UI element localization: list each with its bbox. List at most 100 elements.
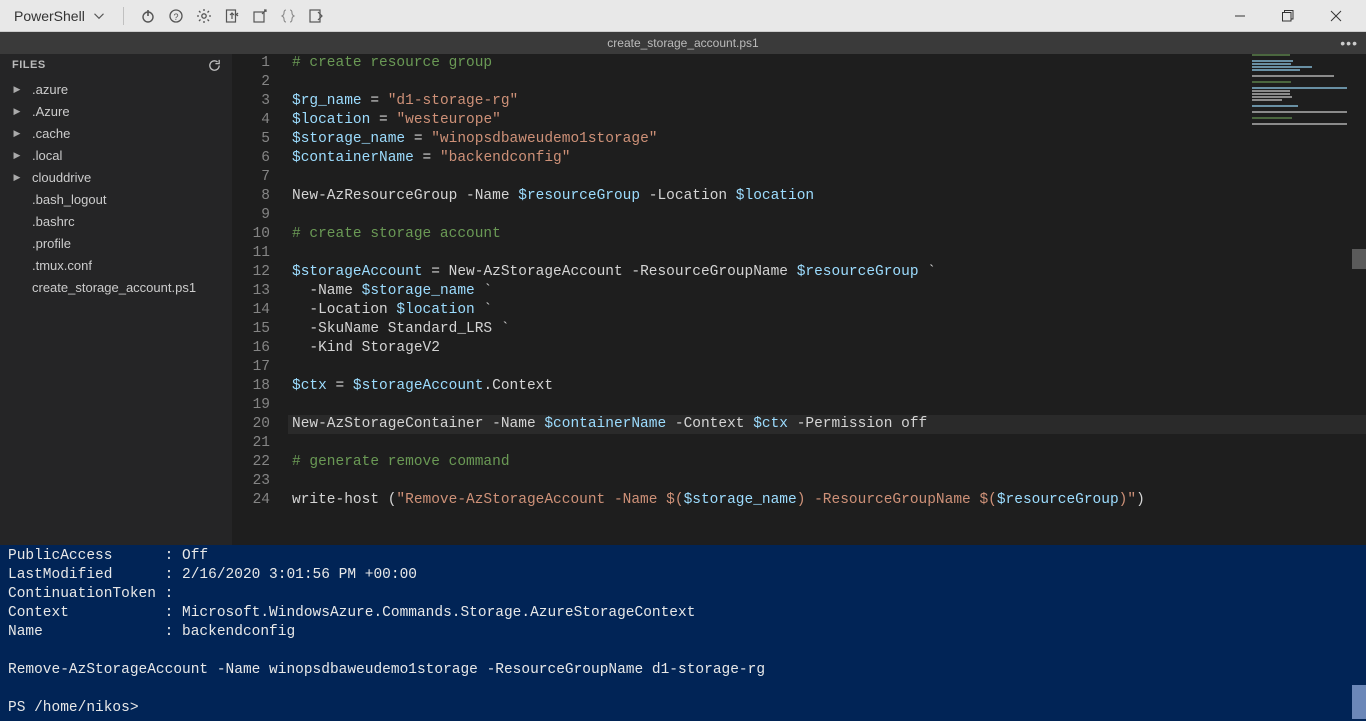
folder-item[interactable]: ▶.azure [0, 78, 232, 100]
code-line[interactable] [288, 168, 1366, 187]
line-number: 1 [232, 54, 270, 73]
line-number: 18 [232, 377, 270, 396]
code-area[interactable]: 123456789101112131415161718192021222324 … [232, 54, 1366, 545]
code-line[interactable] [288, 73, 1366, 92]
chevron-right-icon: ▶ [10, 128, 24, 139]
chevron-right-icon: ▶ [10, 150, 24, 161]
terminal-line: Name : backendconfig [8, 623, 1358, 642]
new-window-icon[interactable] [248, 4, 272, 28]
code-line[interactable]: $containerName = "backendconfig" [288, 149, 1366, 168]
code-line[interactable] [288, 206, 1366, 225]
editor-scrollbar[interactable] [1352, 54, 1366, 545]
scrollbar-thumb[interactable] [1352, 685, 1366, 719]
line-number: 24 [232, 491, 270, 510]
code-line[interactable]: -SkuName Standard_LRS ` [288, 320, 1366, 339]
main: FILES ▶.azure▶.Azure▶.cache▶.local▶cloud… [0, 54, 1366, 545]
code-line[interactable] [288, 472, 1366, 491]
item-label: clouddrive [32, 170, 91, 185]
code-content[interactable]: # create resource group $rg_name = "d1-s… [288, 54, 1366, 545]
shell-label: PowerShell [14, 8, 85, 24]
editor: 123456789101112131415161718192021222324 … [232, 54, 1366, 545]
line-number: 3 [232, 92, 270, 111]
code-line[interactable] [288, 244, 1366, 263]
line-number: 19 [232, 396, 270, 415]
line-number: 23 [232, 472, 270, 491]
line-number: 15 [232, 320, 270, 339]
file-item[interactable]: create_storage_account.ps1 [0, 276, 232, 298]
shell-selector[interactable]: PowerShell [8, 6, 111, 26]
code-line[interactable]: write-host ("Remove-AzStorageAccount -Na… [288, 491, 1366, 510]
code-line[interactable] [288, 396, 1366, 415]
tab-filename: create_storage_account.ps1 [607, 36, 758, 50]
code-line[interactable] [288, 358, 1366, 377]
line-number: 10 [232, 225, 270, 244]
code-line[interactable]: $rg_name = "d1-storage-rg" [288, 92, 1366, 111]
code-line[interactable]: $ctx = $storageAccount.Context [288, 377, 1366, 396]
help-icon[interactable]: ? [164, 4, 188, 28]
code-line[interactable]: -Location $location ` [288, 301, 1366, 320]
terminal[interactable]: PublicAccess : OffLastModified : 2/16/20… [0, 545, 1366, 721]
chevron-down-icon [93, 10, 105, 22]
code-line[interactable]: -Name $storage_name ` [288, 282, 1366, 301]
line-number: 8 [232, 187, 270, 206]
code-line[interactable]: # generate remove command [288, 453, 1366, 472]
line-number: 14 [232, 301, 270, 320]
line-number: 20 [232, 415, 270, 434]
item-label: .Azure [32, 104, 70, 119]
file-item[interactable]: .bashrc [0, 210, 232, 232]
code-line[interactable]: -Kind StorageV2 [288, 339, 1366, 358]
gear-icon[interactable] [192, 4, 216, 28]
code-line[interactable] [288, 434, 1366, 453]
chevron-right-icon: ▶ [10, 172, 24, 183]
svg-text:?: ? [173, 12, 178, 22]
code-line[interactable]: $storage_name = "winopsdbaweudemo1storag… [288, 130, 1366, 149]
terminal-scrollbar[interactable] [1352, 545, 1366, 721]
terminal-line: ContinuationToken : [8, 585, 1358, 604]
code-line[interactable]: New-AzResourceGroup -Name $resourceGroup… [288, 187, 1366, 206]
close-button[interactable] [1314, 2, 1358, 30]
code-line[interactable]: New-AzStorageContainer -Name $containerN… [288, 415, 1366, 434]
line-number: 7 [232, 168, 270, 187]
chevron-right-icon: ▶ [10, 84, 24, 95]
line-gutter: 123456789101112131415161718192021222324 [232, 54, 288, 545]
code-line[interactable]: $location = "westeurope" [288, 111, 1366, 130]
power-icon[interactable] [136, 4, 160, 28]
code-line[interactable]: # create resource group [288, 54, 1366, 73]
line-number: 2 [232, 73, 270, 92]
code-line[interactable]: # create storage account [288, 225, 1366, 244]
refresh-icon[interactable] [207, 58, 222, 73]
braces-icon[interactable] [276, 4, 300, 28]
terminal-line: Remove-AzStorageAccount -Name winopsdbaw… [8, 661, 1358, 680]
item-label: .bashrc [32, 214, 75, 229]
folder-item[interactable]: ▶ .Azure [0, 100, 232, 122]
folder-item[interactable]: ▶.local [0, 144, 232, 166]
chevron-right-icon: ▶ [10, 106, 24, 117]
file-item[interactable]: .bash_logout [0, 188, 232, 210]
terminal-line [8, 680, 1358, 699]
minimize-button[interactable] [1218, 2, 1262, 30]
line-number: 5 [232, 130, 270, 149]
line-number: 11 [232, 244, 270, 263]
file-item[interactable]: .profile [0, 232, 232, 254]
terminal-line: PublicAccess : Off [8, 547, 1358, 566]
terminal-line: PS /home/nikos> [8, 699, 1358, 718]
code-line[interactable]: $storageAccount = New-AzStorageAccount -… [288, 263, 1366, 282]
scrollbar-thumb[interactable] [1352, 249, 1366, 269]
line-number: 9 [232, 206, 270, 225]
folder-item[interactable]: ▶ clouddrive [0, 166, 232, 188]
folder-item[interactable]: ▶ .cache [0, 122, 232, 144]
terminal-line [8, 642, 1358, 661]
maximize-button[interactable] [1266, 2, 1310, 30]
file-item[interactable]: .tmux.conf [0, 254, 232, 276]
item-label: .tmux.conf [32, 258, 92, 273]
line-number: 16 [232, 339, 270, 358]
preview-icon[interactable] [304, 4, 328, 28]
tab-bar: create_storage_account.ps1 ••• [0, 32, 1366, 54]
item-label: .cache [32, 126, 70, 141]
terminal-line: Context : Microsoft.WindowsAzure.Command… [8, 604, 1358, 623]
tab-more-icon[interactable]: ••• [1340, 35, 1358, 51]
upload-icon[interactable] [220, 4, 244, 28]
divider [123, 7, 124, 25]
line-number: 22 [232, 453, 270, 472]
line-number: 13 [232, 282, 270, 301]
